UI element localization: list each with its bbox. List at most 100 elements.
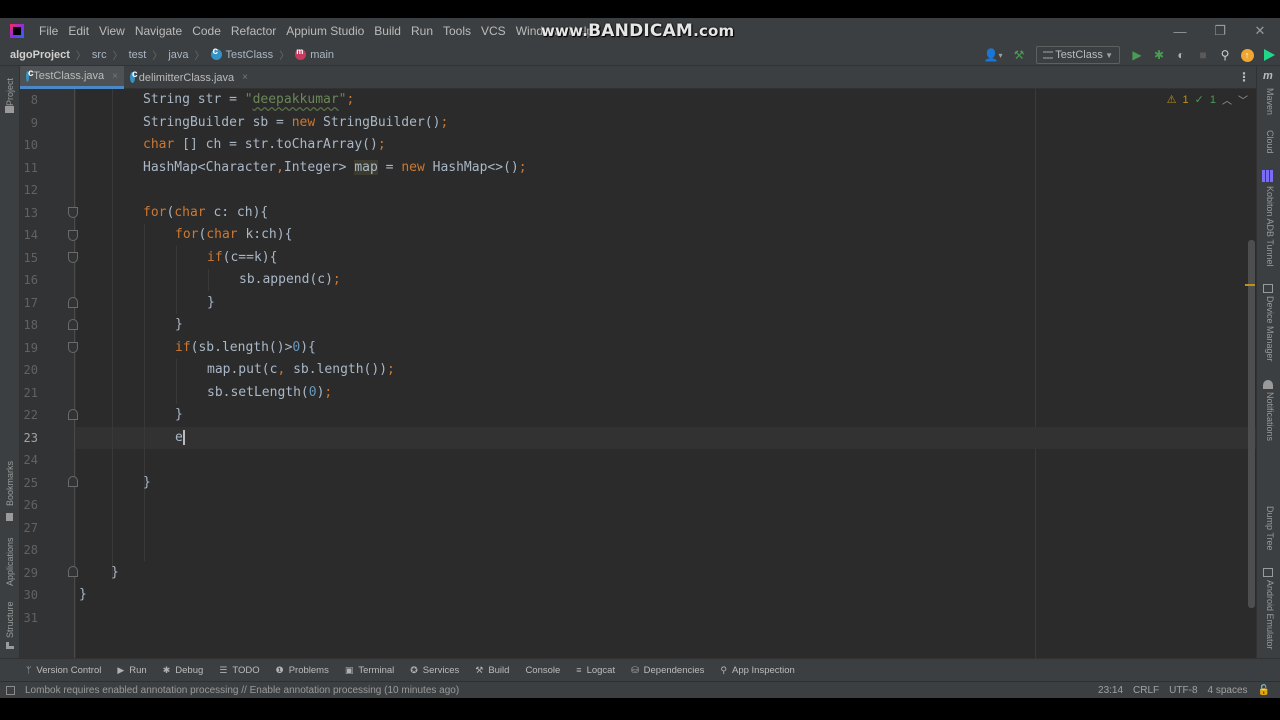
tool-window-run[interactable]: ▶ Run <box>117 665 146 676</box>
project-tool-button[interactable]: Project <box>5 78 15 106</box>
maven-tool-button[interactable]: Maven <box>1265 88 1275 115</box>
fold-marker-icon[interactable] <box>68 297 78 308</box>
menu-appium-studio[interactable]: Appium Studio <box>281 24 369 38</box>
breadcrumb-test[interactable]: test <box>129 49 147 61</box>
status-right: 23:14 CRLF UTF-8 4 spaces 🔓 <box>1098 682 1270 699</box>
notifications-tool-button[interactable]: Notifications <box>1265 392 1275 441</box>
fold-marker-icon[interactable] <box>68 207 78 218</box>
tab-testclass[interactable]: TestClass.java × <box>20 66 124 89</box>
fold-marker-icon[interactable] <box>68 409 78 420</box>
left-tool-strip: Project Bookmarks Applications Structure <box>0 66 20 658</box>
tool-window-debug[interactable]: ✱ Debug <box>163 665 204 676</box>
menu-build[interactable]: Build <box>369 24 406 38</box>
file-encoding[interactable]: UTF-8 <box>1169 685 1197 696</box>
applications-tool-button[interactable]: Applications <box>5 537 15 586</box>
code-editor[interactable]: 8 9 10 11 12 13 14 15 16 17 18 19 20 21 22 23 24 25 26 27 28… <box>20 89 1256 658</box>
menu-navigate[interactable]: Navigate <box>130 24 187 38</box>
code-line-18: } <box>175 314 183 337</box>
fold-marker-icon[interactable] <box>68 252 78 263</box>
tab-options-icon[interactable]: ⋮ <box>1238 70 1250 84</box>
android-emulator-tool-button[interactable]: Android Emulator <box>1265 580 1275 650</box>
breadcrumb-src[interactable]: src <box>92 49 107 61</box>
menu-file[interactable]: File <box>34 24 63 38</box>
structure-tool-button[interactable]: Structure <box>5 601 15 638</box>
restore-button[interactable]: ❐ <box>1200 18 1240 44</box>
chevron-up-icon[interactable]: ︿ <box>1222 92 1232 107</box>
chevron-down-icon[interactable]: ﹀ <box>1238 92 1248 107</box>
build-hammer-icon[interactable]: ⚒ <box>1008 44 1030 66</box>
keyword: char <box>174 204 206 220</box>
fold-marker-icon[interactable] <box>68 342 78 353</box>
lock-icon[interactable]: 🔓 <box>1258 685 1270 696</box>
tool-window-terminal[interactable]: ▣ Terminal <box>345 665 394 676</box>
breadcrumb-method[interactable]: main <box>295 47 334 61</box>
plugin-icon[interactable] <box>1258 44 1280 66</box>
problems-icon: ❶ <box>275 664 284 675</box>
indent-setting[interactable]: 4 spaces <box>1208 685 1248 696</box>
tool-window-console[interactable]: Console <box>525 665 560 676</box>
keyword: for <box>175 227 199 242</box>
breadcrumb-project[interactable]: algoProject <box>10 49 70 61</box>
user-dropdown-icon[interactable]: 👤 ▾ <box>978 44 1008 66</box>
tool-window-problems[interactable]: ❶ Problems <box>276 665 329 676</box>
tool-window-version-control[interactable]: ᛘ Version Control <box>26 665 101 676</box>
dump-tree-tool-button[interactable]: Dump Tree <box>1265 506 1275 551</box>
menu-tools[interactable]: Tools <box>438 24 476 38</box>
menu-run[interactable]: Run <box>406 24 438 38</box>
breadcrumb-separator-icon: 〉 <box>75 51 86 62</box>
code-line-10: char [] ch = str.toCharArray(); <box>143 134 386 157</box>
tool-window-app-inspection[interactable]: ⚲ App Inspection <box>720 665 794 676</box>
tool-window-build[interactable]: ⚒ Build <box>475 665 509 676</box>
debug-icon[interactable]: ✱ <box>1148 44 1170 66</box>
menu-edit[interactable]: Edit <box>63 24 94 38</box>
menu-vcs[interactable]: VCS <box>476 24 511 38</box>
tool-window-logcat[interactable]: ≡ Logcat <box>576 665 615 676</box>
class-icon <box>210 46 222 60</box>
close-tab-icon[interactable]: × <box>242 72 248 83</box>
tool-window-dependencies[interactable]: ⛁ Dependencies <box>631 665 704 676</box>
kobiton-adb-tunnel-tool-button[interactable]: Kobiton ADB Tunnel <box>1265 186 1275 267</box>
status-bar: Lombok requires enabled annotation proce… <box>0 681 1280 698</box>
close-button[interactable]: ✕ <box>1240 18 1280 44</box>
check-icon: ✓ <box>1194 94 1204 106</box>
warning-stripe-marker[interactable] <box>1245 284 1255 286</box>
build-icon: ⚒ <box>475 664 484 675</box>
device-manager-tool-button[interactable]: Device Manager <box>1265 296 1275 362</box>
run-configuration-select[interactable]: TestClass ▼ <box>1036 46 1120 64</box>
search-icon[interactable]: ⚲ <box>1214 44 1236 66</box>
run-icon[interactable]: ▶ <box>1126 44 1148 66</box>
notifications-icon <box>1263 380 1273 389</box>
line-number: 13 <box>23 205 38 220</box>
code-line-22: } <box>175 404 183 427</box>
fold-marker-icon[interactable] <box>68 476 78 487</box>
cloud-tool-button[interactable]: Cloud <box>1265 130 1275 154</box>
menu-refactor[interactable]: Refactor <box>226 24 281 38</box>
editor-scrollbar[interactable] <box>1248 240 1255 608</box>
tool-window-label: App Inspection <box>731 664 795 676</box>
tool-window-services[interactable]: ✪ Services <box>410 665 459 676</box>
caret-position[interactable]: 23:14 <box>1098 685 1123 696</box>
menu-code[interactable]: Code <box>187 24 226 38</box>
toggle-tool-windows-icon[interactable] <box>6 685 15 695</box>
tool-window-todo[interactable]: ☰ TODO <box>219 665 259 676</box>
todo-icon: ☰ <box>219 664 228 675</box>
maven-icon: m <box>1263 70 1273 82</box>
update-icon[interactable]: ↑ <box>1236 44 1258 66</box>
coverage-icon[interactable]: ◐ <box>1170 44 1192 66</box>
line-number: 31 <box>23 610 38 625</box>
fold-marker-icon[interactable] <box>68 566 78 577</box>
tab-delimitterclass[interactable]: delimitterClass.java × <box>124 66 254 89</box>
minimize-button[interactable]: — <box>1160 18 1200 44</box>
fold-marker-icon[interactable] <box>68 319 78 330</box>
inspection-widget[interactable]: ⚠ 1 ✓ 1 ︿ ﹀ <box>1167 92 1248 108</box>
breadcrumb-class[interactable]: TestClass <box>210 46 273 61</box>
stop-icon[interactable]: ■ <box>1192 44 1214 66</box>
close-tab-icon[interactable]: × <box>112 71 118 82</box>
bookmarks-tool-button[interactable]: Bookmarks <box>5 461 15 506</box>
fold-marker-icon[interactable] <box>68 230 78 241</box>
menu-view[interactable]: View <box>94 24 130 38</box>
line-separator[interactable]: CRLF <box>1133 685 1159 696</box>
current-line-highlight <box>76 426 1256 449</box>
breadcrumb-java[interactable]: java <box>168 49 188 61</box>
status-message[interactable]: Lombok requires enabled annotation proce… <box>6 685 459 696</box>
